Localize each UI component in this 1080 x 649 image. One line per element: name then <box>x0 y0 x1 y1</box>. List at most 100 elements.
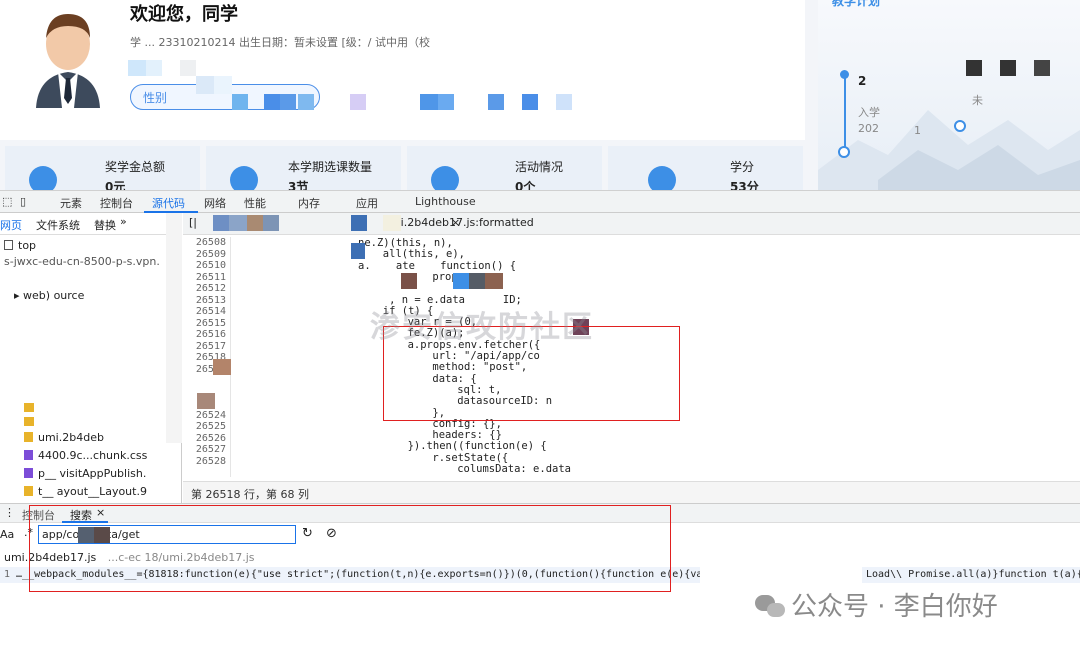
toggle-navigator-icon[interactable]: [| <box>189 216 197 229</box>
tab-sources[interactable]: 源代码 <box>152 195 185 211</box>
nav-tab-filesystem[interactable]: 文件系统 <box>36 217 80 233</box>
redaction-block <box>1000 60 1016 76</box>
code-line: r.setState({ <box>432 451 509 464</box>
code-line: a. ate function() { <box>358 259 517 272</box>
tree-item-file[interactable]: 4400.9c...chunk.css <box>24 449 147 462</box>
editor-tabs: [| umi.2b4deb17.js:formatted × <box>183 213 1080 235</box>
line-number: 26508 <box>195 237 226 248</box>
nav-tab-overrides[interactable]: 替换 <box>94 217 116 233</box>
line-number: 26512 <box>195 283 226 294</box>
stat-card-activities[interactable]: 活动情况 0个 <box>407 146 602 194</box>
redaction-block <box>247 215 263 231</box>
stat-card-scholarship[interactable]: 奖学金总额 0元 <box>5 146 200 194</box>
student-info-line: 学 ... 23310210214 出生日期：暂未设置 [级：/ 试中用（校 <box>130 36 430 49</box>
tab-console[interactable]: 控制台 <box>100 195 133 211</box>
redaction-block <box>420 94 438 110</box>
tree-item-file[interactable]: t__ ayout__Layout.9 <box>24 485 147 498</box>
redaction-block <box>196 76 214 94</box>
stat-label: 学分 <box>730 160 755 174</box>
inspect-icon[interactable]: ⬚ <box>2 195 12 208</box>
stat-label: 本学期选课数量 <box>288 160 373 174</box>
avatar-icon <box>36 14 100 108</box>
folder-icon <box>24 432 33 442</box>
line-number: 26511 <box>195 271 226 283</box>
line-number: 26516 <box>195 329 226 340</box>
frame-icon <box>4 240 13 250</box>
result-line-tail[interactable]: Load\\ Promise.all(a)}function t(a){retu… <box>862 567 1080 583</box>
redaction-block <box>213 359 231 375</box>
redaction-block <box>556 94 572 110</box>
stat-label: 奖学金总额 <box>105 160 166 174</box>
watermark: 渗安信攻防社区 <box>370 310 594 345</box>
timeline-dot <box>838 146 850 158</box>
timeline-num: 2 <box>858 74 867 88</box>
timeline-text: 入学 <box>858 106 880 119</box>
timeline-text: 未 <box>972 94 983 107</box>
tab-network[interactable]: 网络 <box>204 195 226 211</box>
drawer-menu-icon[interactable]: ⋮ <box>4 506 15 519</box>
devtools-main-tabs: ⬚ ▯ 元素 控制台 源代码 网络 性能 内存 应用 Lighthouse <box>0 191 1080 213</box>
timeline-dot <box>954 120 966 132</box>
match-case-toggle[interactable]: Aa <box>0 528 14 541</box>
redaction-block <box>350 94 366 110</box>
redaction-block <box>469 273 485 289</box>
redaction-block <box>438 94 454 110</box>
nav-tab-page[interactable]: 网页 <box>0 217 22 233</box>
redaction-block <box>298 94 314 110</box>
redaction-block <box>213 215 229 231</box>
js-file-icon <box>24 486 33 496</box>
device-toggle-icon[interactable]: ▯ <box>20 195 26 208</box>
code-line: all(this, e), <box>382 248 465 261</box>
line-number: 26528 <box>195 455 226 467</box>
redaction-block <box>383 215 401 231</box>
redaction-block <box>229 215 247 231</box>
close-tab-icon[interactable]: × <box>451 216 460 229</box>
stat-label: 活动情况 <box>515 160 564 174</box>
redaction-block <box>401 273 417 289</box>
line-number: 26514 <box>195 306 226 317</box>
line-number: 26527 <box>195 444 226 455</box>
code-line: }).then((function(e) { <box>407 440 547 453</box>
timeline-line <box>844 74 846 152</box>
tab-memory[interactable]: 内存 <box>298 195 320 211</box>
tree-item-top[interactable]: top <box>4 239 36 252</box>
redaction-block <box>485 273 503 289</box>
tree-item-file[interactable]: umi.2b4deb <box>24 431 104 444</box>
js-file-icon <box>24 468 33 478</box>
wechat-icon <box>755 593 785 619</box>
schedule-panel: 教学计划 2 入学 202 1 未 <box>818 0 1080 190</box>
folder-icon <box>24 417 34 426</box>
redaction-block <box>351 243 365 259</box>
more-tabs-icon[interactable]: » <box>120 215 127 228</box>
stat-card-credits[interactable]: 学分 53分 <box>608 146 803 194</box>
tree-item-host[interactable]: s-jwxc-edu-cn-8500-p-s.vpn. <box>4 255 160 268</box>
tab-application[interactable]: 应用 <box>356 195 378 211</box>
highlight-box-search <box>29 505 671 592</box>
tree-item-folder[interactable]: ▸ web) ource <box>14 289 84 302</box>
code-line: columsData: e.data <box>457 463 571 475</box>
stat-card-courses[interactable]: 本学期选课数量 3节 <box>206 146 401 194</box>
tab-performance[interactable]: 性能 <box>244 195 266 211</box>
tab-elements[interactable]: 元素 <box>60 195 82 211</box>
redaction-block <box>522 94 538 110</box>
redaction-block <box>146 60 162 76</box>
tab-lighthouse[interactable]: Lighthouse <box>415 195 476 208</box>
redaction-block <box>488 94 504 110</box>
css-file-icon <box>24 450 33 460</box>
timeline-text: 202 <box>858 122 879 135</box>
editor-status-bar: 第 26518 行，第 68 列 <box>183 481 1080 503</box>
folder-icon <box>24 403 34 412</box>
redaction-block <box>1034 60 1050 76</box>
redaction-block <box>232 94 248 110</box>
student-portal: 欢迎您，同学 学 ... 23310210214 出生日期：暂未设置 [级：/ … <box>0 0 1080 194</box>
gender-tag-label: 性别 <box>143 91 168 105</box>
line-number: 26509 <box>195 248 226 260</box>
line-number-gutter: 26508 26509 26510 26511 26512 26513 26514 26515… <box>183 237 231 477</box>
redaction-block <box>180 60 196 76</box>
editor-tab-file[interactable]: umi.2b4deb17.js:formatted <box>353 216 533 229</box>
redaction-block <box>166 213 182 443</box>
line-number: 26510 <box>195 260 226 271</box>
redaction-block <box>263 215 279 231</box>
tree-item-file[interactable]: p__ visitAppPublish. <box>24 467 146 480</box>
line-number: 26526 <box>195 432 226 444</box>
